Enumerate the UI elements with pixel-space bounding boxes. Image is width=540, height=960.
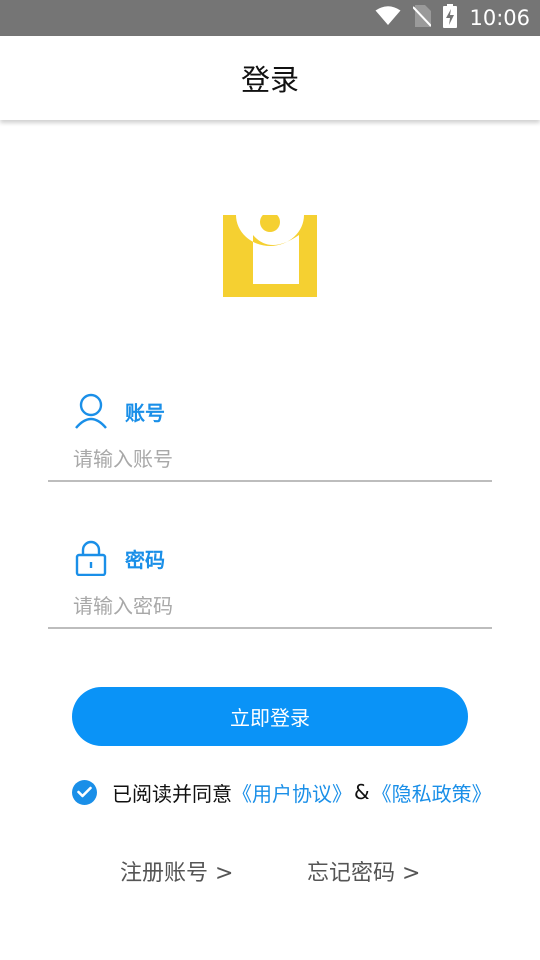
user-agreement-link[interactable]: 《用户协议》	[232, 778, 352, 807]
status-icons: 10:06	[375, 0, 530, 36]
privacy-policy-link[interactable]: 《隐私政策》	[372, 778, 492, 807]
lock-icon	[74, 539, 108, 577]
status-bar: 10:06	[0, 0, 540, 36]
wifi-icon	[375, 6, 401, 30]
no-sim-icon	[412, 5, 433, 31]
agreement-checkbox[interactable]	[72, 779, 97, 805]
status-time: 10:06	[469, 6, 530, 30]
checkmark-icon	[77, 786, 92, 798]
user-icon	[74, 392, 108, 430]
forgot-password-link[interactable]: 忘记密码 >	[307, 855, 420, 887]
agreement-row: 已阅读并同意 《用户协议》 & 《隐私政策》	[72, 776, 492, 808]
login-button[interactable]: 立即登录	[72, 687, 468, 746]
title-bar: 登录	[0, 36, 540, 120]
password-label: 密码	[125, 547, 165, 572]
password-input[interactable]	[48, 585, 492, 629]
page-title: 登录	[240, 63, 299, 97]
app-logo	[223, 212, 317, 297]
register-link[interactable]: 注册账号 >	[120, 855, 233, 887]
account-field-header: 账号	[74, 391, 165, 431]
account-label: 账号	[125, 400, 165, 425]
account-input[interactable]	[48, 438, 492, 482]
password-field-header: 密码	[74, 538, 165, 578]
agreement-ampersand: &	[354, 780, 370, 804]
battery-charging-icon	[443, 4, 458, 32]
agreement-text: 已阅读并同意	[112, 781, 232, 806]
